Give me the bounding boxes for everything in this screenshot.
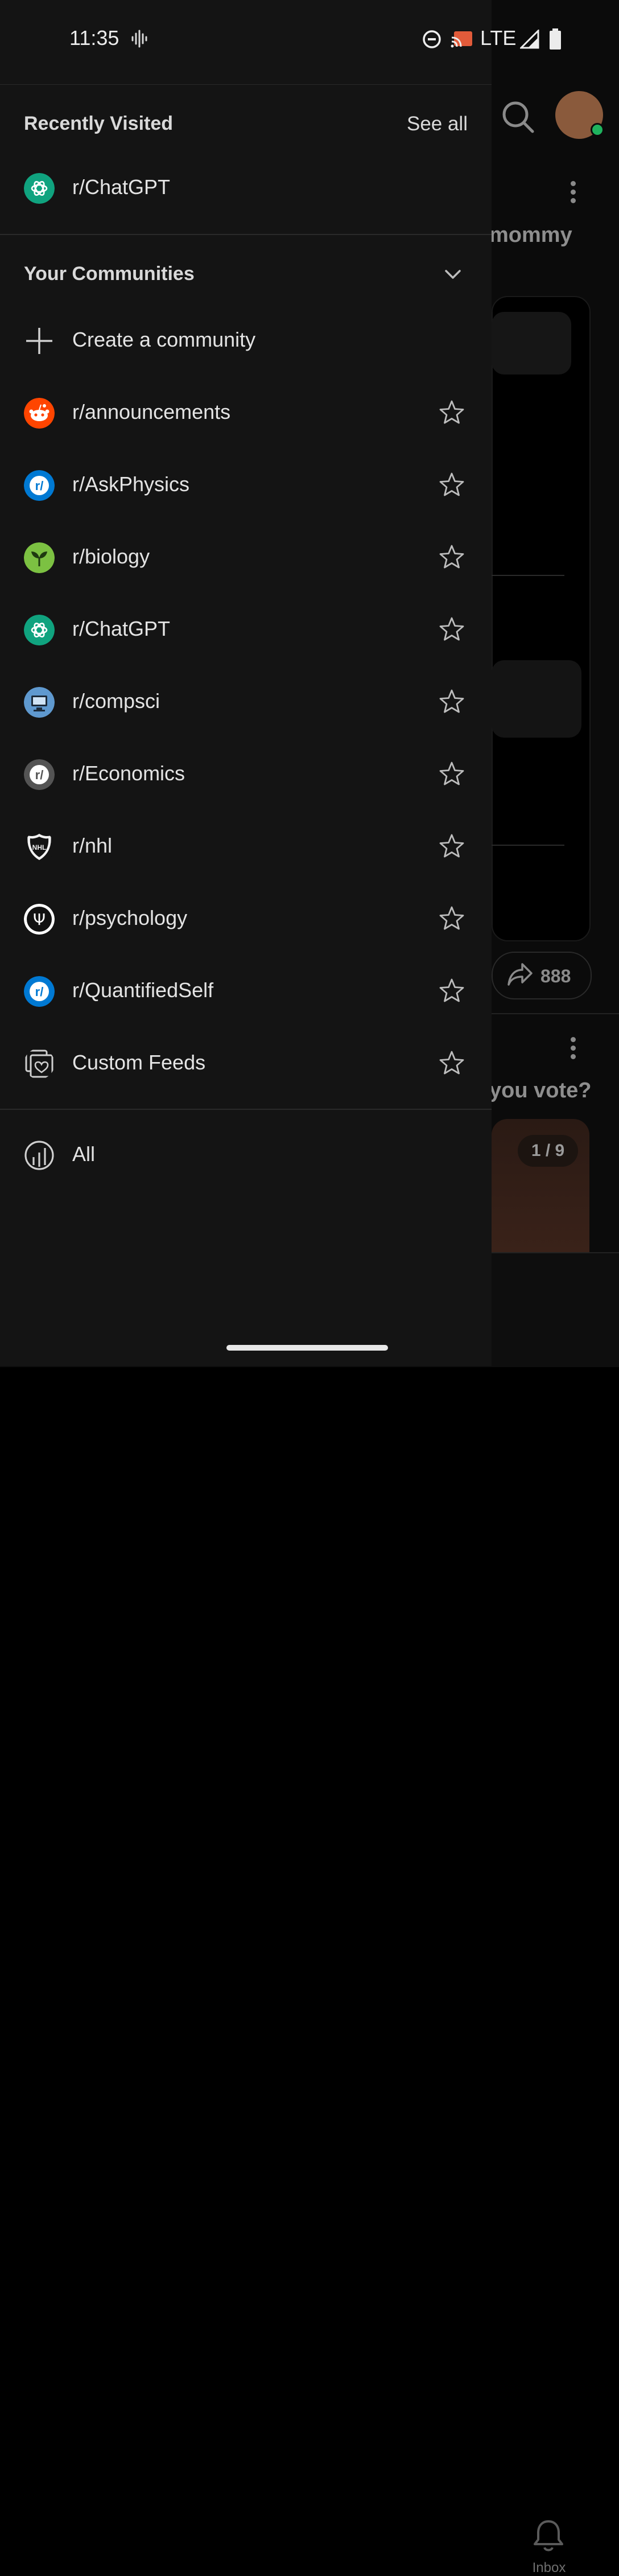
divider bbox=[492, 845, 564, 846]
subreddit-default-icon: r/ bbox=[24, 470, 55, 501]
divider bbox=[492, 575, 564, 576]
chevron-down-icon[interactable] bbox=[441, 263, 464, 286]
do-not-disturb-icon bbox=[423, 30, 441, 48]
more-options-icon[interactable] bbox=[571, 1037, 576, 1063]
recent-item-chatgpt[interactable]: r/ChatGPT bbox=[0, 157, 492, 220]
plus-icon bbox=[26, 328, 52, 354]
svg-text:r/: r/ bbox=[35, 479, 44, 493]
recent-item-label: r/ChatGPT bbox=[72, 175, 171, 199]
community-item-label: r/biology bbox=[72, 545, 150, 568]
see-all-link[interactable]: See all bbox=[407, 113, 468, 135]
cast-icon bbox=[451, 31, 472, 48]
community-item-label: r/nhl bbox=[72, 834, 113, 857]
divider bbox=[0, 1109, 492, 1110]
recently-visited-title: Recently Visited bbox=[24, 113, 174, 134]
star-icon[interactable] bbox=[438, 977, 465, 1005]
openai-icon bbox=[24, 615, 55, 645]
star-icon[interactable] bbox=[438, 833, 465, 860]
community-item-label: r/Economics bbox=[72, 762, 185, 785]
custom-feeds-icon bbox=[25, 1050, 53, 1078]
svg-text:r/: r/ bbox=[35, 985, 44, 999]
post-content-block bbox=[492, 312, 571, 375]
community-item-compsci[interactable]: r/compsci bbox=[0, 671, 492, 734]
avatar[interactable] bbox=[555, 91, 604, 139]
community-item-label: r/psychology bbox=[72, 906, 188, 929]
svg-text:r/: r/ bbox=[35, 768, 44, 782]
star-icon[interactable] bbox=[438, 688, 465, 715]
share-count: 888 bbox=[540, 966, 571, 986]
custom-feeds-item[interactable]: Custom Feeds bbox=[0, 1032, 492, 1095]
create-community-label: Create a community bbox=[72, 328, 256, 351]
battery-icon bbox=[550, 28, 561, 50]
bar-chart-circle-icon bbox=[24, 1141, 54, 1170]
home-indicator[interactable] bbox=[226, 1345, 388, 1351]
community-item-economics[interactable]: r/ r/Economics bbox=[0, 743, 492, 806]
image-pager: 1 / 9 bbox=[518, 1135, 578, 1167]
community-item-biology[interactable]: r/biology bbox=[0, 526, 492, 589]
post-title-fragment: you vote? bbox=[489, 1079, 592, 1102]
community-item-label: r/announcements bbox=[72, 400, 231, 423]
signal-icon bbox=[520, 30, 539, 49]
star-icon[interactable] bbox=[438, 905, 465, 932]
create-community-button[interactable]: Create a community bbox=[0, 310, 492, 372]
status-time: 11:35 bbox=[69, 26, 119, 50]
subreddit-default-icon: r/ bbox=[24, 759, 55, 790]
status-bar: 11:35 bbox=[0, 0, 492, 84]
star-icon[interactable] bbox=[438, 616, 465, 643]
star-icon[interactable] bbox=[438, 399, 465, 426]
community-item-label: r/ChatGPT bbox=[72, 617, 171, 640]
svg-text:NHL: NHL bbox=[32, 843, 47, 851]
subreddit-default-icon: r/ bbox=[24, 976, 55, 1007]
star-icon[interactable] bbox=[438, 1050, 465, 1077]
your-communities-title: Your Communities bbox=[24, 263, 195, 285]
community-item-quantifiedself[interactable]: r/ r/QuantifiedSelf bbox=[0, 960, 492, 1023]
nav-inbox-label[interactable]: Inbox bbox=[512, 2560, 586, 2576]
star-icon[interactable] bbox=[438, 544, 465, 571]
side-drawer: Recently Visited See all r/ChatGPT Your … bbox=[0, 0, 492, 1366]
reddit-snoo-icon bbox=[24, 398, 55, 429]
audio-wave-icon bbox=[131, 30, 147, 48]
community-item-nhl[interactable]: NHL r/nhl bbox=[0, 816, 492, 878]
community-item-label: r/AskPhysics bbox=[72, 472, 190, 496]
all-item[interactable]: All bbox=[0, 1124, 492, 1187]
sprout-icon bbox=[24, 542, 55, 573]
bell-icon[interactable] bbox=[531, 2518, 566, 2553]
community-item-askphysics[interactable]: r/ r/AskPhysics bbox=[0, 454, 492, 517]
community-item-label: r/QuantifiedSelf bbox=[72, 978, 214, 1002]
search-icon[interactable] bbox=[501, 100, 535, 134]
community-item-chatgpt[interactable]: r/ChatGPT bbox=[0, 599, 492, 661]
computer-icon bbox=[24, 687, 55, 718]
post-title-fragment: mommy bbox=[489, 223, 572, 247]
community-item-announcements[interactable]: r/announcements bbox=[0, 382, 492, 445]
community-item-label: r/compsci bbox=[72, 689, 160, 713]
divider bbox=[492, 1013, 619, 1014]
divider bbox=[0, 234, 492, 235]
share-icon bbox=[507, 963, 533, 986]
svg-text:Ψ: Ψ bbox=[33, 910, 46, 929]
custom-feeds-label: Custom Feeds bbox=[72, 1051, 206, 1074]
star-icon[interactable] bbox=[438, 471, 465, 499]
post-content-block bbox=[492, 660, 581, 738]
community-item-psychology[interactable]: Ψ r/psychology bbox=[0, 888, 492, 950]
all-label: All bbox=[72, 1142, 96, 1166]
network-type: LTE bbox=[480, 26, 517, 50]
openai-icon bbox=[24, 173, 55, 204]
star-icon[interactable] bbox=[438, 760, 465, 788]
online-indicator bbox=[591, 123, 604, 137]
more-options-icon[interactable] bbox=[571, 181, 576, 207]
nhl-shield-icon: NHL bbox=[24, 832, 55, 862]
psi-icon: Ψ bbox=[24, 904, 55, 935]
